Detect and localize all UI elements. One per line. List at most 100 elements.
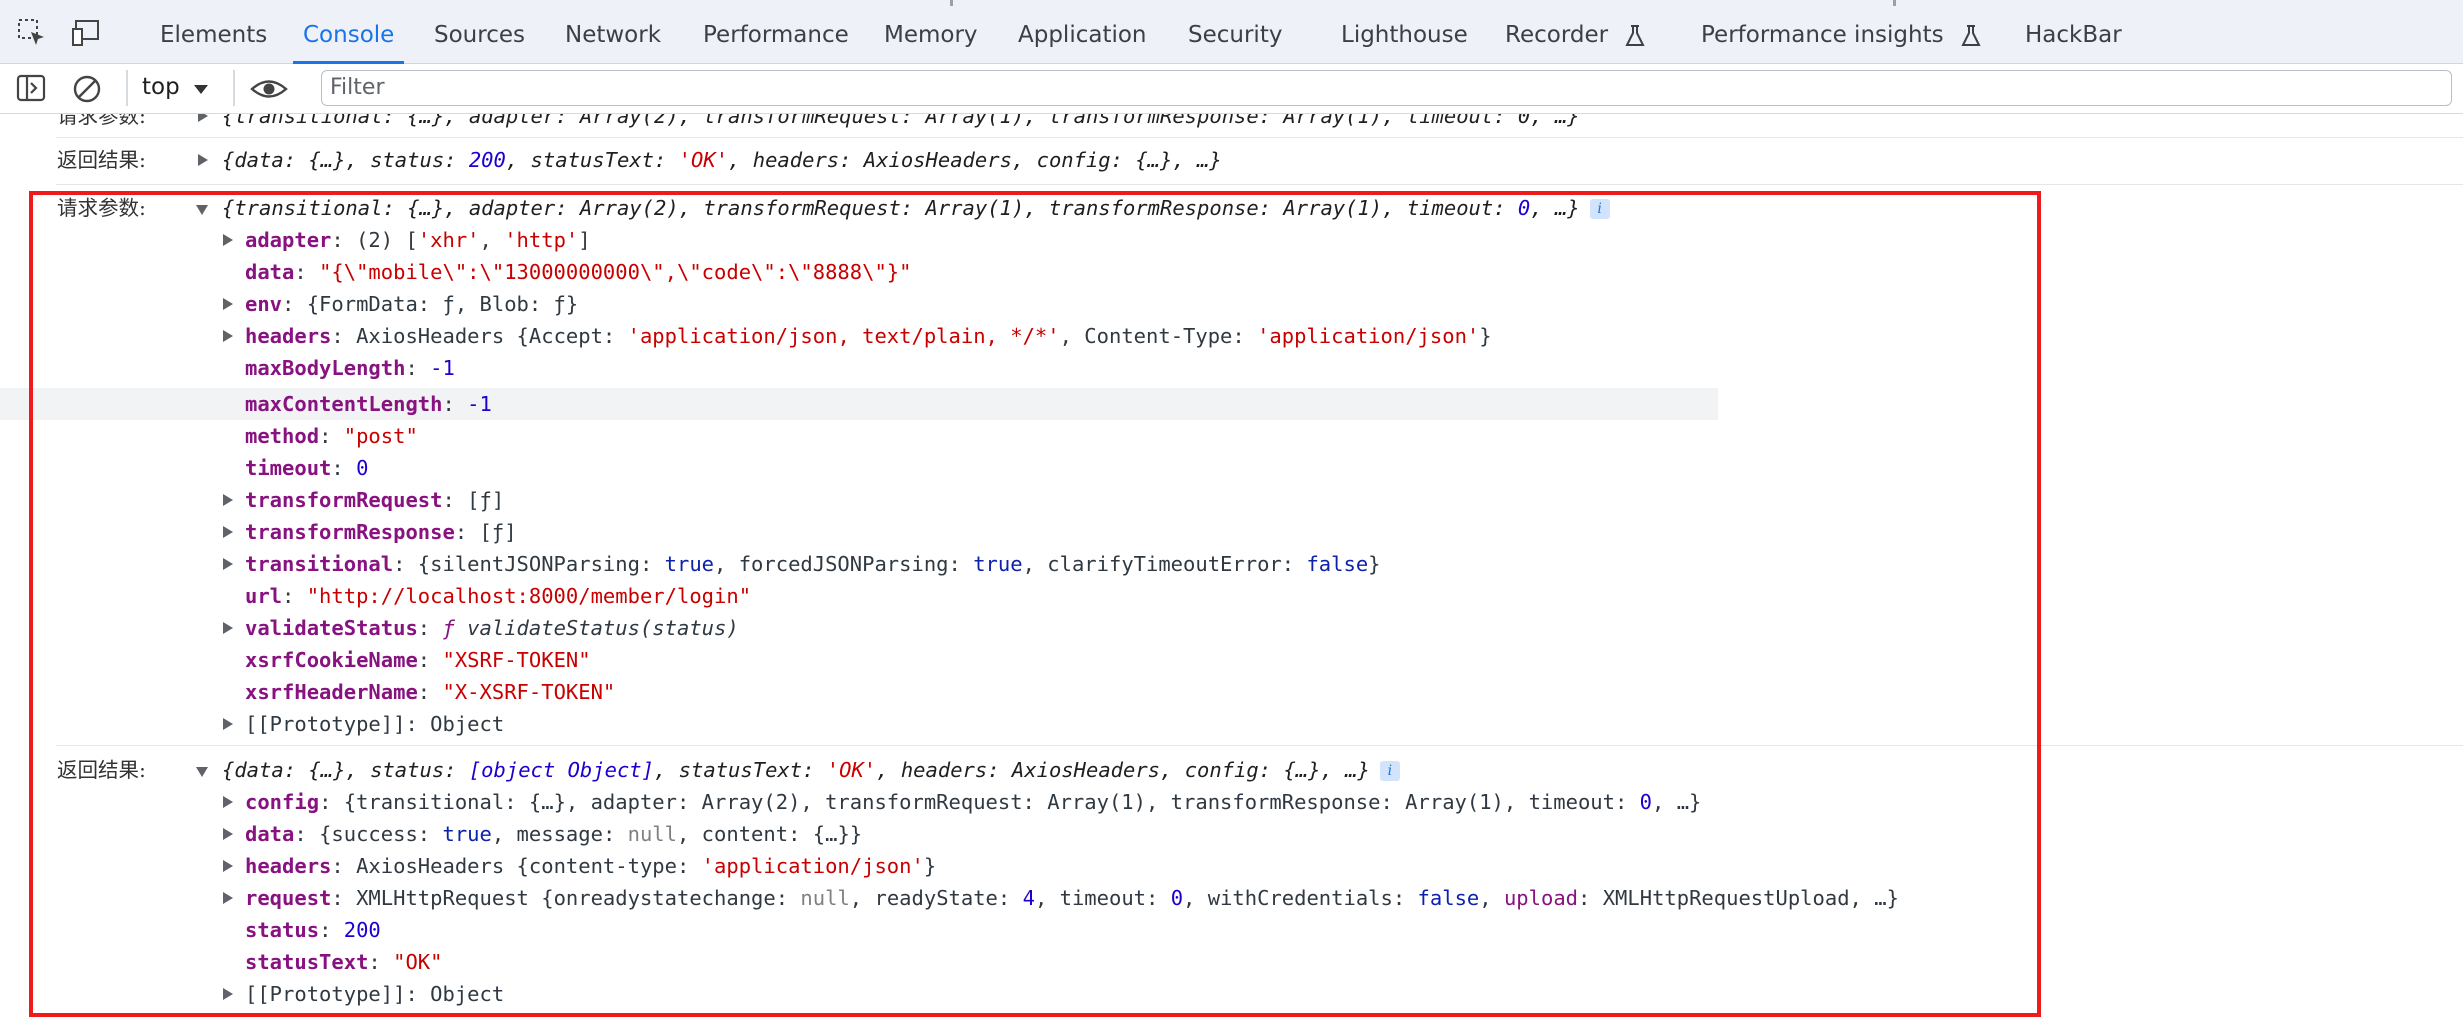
tab-lighthouse[interactable]: Lighthouse [1341, 0, 1468, 64]
prop-value: {FormData: ƒ, Blob: ƒ} [306, 292, 579, 316]
prop-value: "X-XSRF-TOKEN" [442, 680, 616, 704]
tab-elements[interactable]: Elements [160, 0, 267, 64]
tab-performance-insights-label: Performance insights [1701, 22, 1944, 48]
expand-triangle-icon[interactable] [223, 796, 233, 808]
prop-key: adapter [245, 228, 332, 252]
preview-text: {data: {…}, status: [222, 758, 469, 782]
preview-text: , statusText: [505, 148, 679, 172]
console-message-response[interactable]: 返回结果: {data: {…}, status: [object Object… [0, 754, 2463, 786]
expand-triangle-icon[interactable] [223, 988, 233, 1000]
prop-key: transformResponse [245, 520, 455, 544]
prop-value: true [664, 552, 715, 576]
prop-text: {success: [319, 822, 443, 846]
prop-value: true [442, 822, 492, 846]
preview-status-text: 'OK' [826, 758, 877, 782]
prop-value: 'application/json' [1257, 324, 1480, 348]
prop-value: 'application/json, text/plain, */*' [627, 324, 1060, 348]
info-icon[interactable]: i [1589, 199, 1610, 219]
expand-triangle-icon[interactable] [223, 526, 233, 538]
console-message[interactable]: 返回结果: {data: {…}, status: 200, statusTex… [0, 144, 2463, 176]
live-expression-eye-icon[interactable] [250, 74, 288, 108]
expand-triangle-icon[interactable] [198, 154, 208, 166]
prop-value: [ƒ] [467, 488, 505, 512]
prop-key: data [245, 260, 295, 284]
prop-key: maxContentLength [245, 392, 443, 416]
chevron-down-icon[interactable] [194, 80, 208, 99]
tab-application[interactable]: Application [1018, 0, 1147, 64]
experimental-beaker-icon [1625, 24, 1646, 46]
prop-class: AxiosHeaders {Accept: [356, 324, 628, 348]
prop-text: {transitional: {…}, adapter: Array(2), t… [343, 790, 1640, 814]
prop-key: [[Prototype]] [245, 982, 406, 1006]
prop-value: 0 [1170, 886, 1184, 910]
console-message[interactable]: 请求参数: {transitional: {…}, adapter: Array… [0, 114, 2463, 132]
tab-console[interactable]: Console [292, 0, 405, 64]
message-divider [56, 137, 2463, 138]
expand-triangle-icon[interactable] [223, 860, 233, 872]
prop-value: validateStatus(status) [467, 616, 739, 640]
prop-text: , [1479, 886, 1504, 910]
prop-value: null [800, 886, 850, 910]
prop-value: 200 [343, 918, 381, 942]
prop-value: "OK" [393, 950, 443, 974]
tab-performance-insights[interactable]: Performance insights [1701, 0, 1981, 64]
expand-triangle-icon[interactable] [223, 892, 233, 904]
toolbar-divider [233, 70, 235, 106]
prop-key: env [245, 292, 283, 316]
prop-text: XMLHttpRequest {onreadystatechange: [356, 886, 801, 910]
prop-text: {silentJSONParsing: [417, 552, 665, 576]
preview-text: , headers: AxiosHeaders, config: {…}, …} [728, 148, 1222, 172]
prop-value: "http://localhost:8000/member/login" [306, 584, 752, 608]
response-result-label: 返回结果: [57, 758, 146, 782]
expand-triangle-icon[interactable] [223, 718, 233, 730]
expand-triangle-icon[interactable] [198, 114, 208, 122]
preview-status: [object Object] [468, 758, 654, 782]
console-message-request[interactable]: 请求参数: {transitional: {…}, adapter: Array… [0, 192, 2463, 224]
prop-value: 0 [356, 456, 369, 480]
filter-input[interactable]: Filter [321, 70, 2452, 106]
inspect-element-icon[interactable] [16, 17, 48, 49]
collapse-triangle-icon[interactable] [196, 205, 208, 215]
tab-security[interactable]: Security [1188, 0, 1282, 64]
prop-key: status [245, 918, 320, 942]
expand-triangle-icon[interactable] [223, 298, 233, 310]
prop-mid: , Content-Type: [1059, 324, 1258, 348]
prop-text: } [1368, 552, 1381, 576]
prop-text: , withCredentials: [1183, 886, 1418, 910]
tab-memory[interactable]: Memory [884, 0, 978, 64]
response-result-label: 返回结果: [57, 148, 146, 172]
prop-key: statusText [245, 950, 369, 974]
expand-triangle-icon[interactable] [223, 558, 233, 570]
tab-sources[interactable]: Sources [434, 0, 525, 64]
device-toolbar-icon[interactable] [70, 17, 102, 49]
prop-key: headers [245, 324, 332, 348]
experimental-beaker-icon [1961, 24, 1981, 46]
prop-text: , readyState: [849, 886, 1023, 910]
expand-triangle-icon[interactable] [223, 494, 233, 506]
sidebar-toggle-icon[interactable] [16, 73, 46, 107]
tab-network[interactable]: Network [565, 0, 661, 64]
object-preview: {data: {…}, status: [object Object], sta… [222, 754, 1400, 786]
message-divider [56, 184, 2463, 185]
clear-console-icon[interactable] [72, 74, 102, 108]
expand-triangle-icon[interactable] [223, 330, 233, 342]
tab-hackbar[interactable]: HackBar [2025, 0, 2122, 64]
preview-text: , headers: AxiosHeaders, config: {…}, …} [876, 758, 1370, 782]
prop-key: transitional [245, 552, 394, 576]
expand-triangle-icon[interactable] [223, 622, 233, 634]
expand-triangle-icon[interactable] [223, 234, 233, 246]
object-preview: {transitional: {…}, adapter: Array(2), t… [222, 192, 1610, 224]
preview-status-text: 'OK' [678, 148, 729, 172]
info-icon[interactable]: i [1379, 761, 1400, 781]
context-selector[interactable]: top [142, 74, 180, 100]
prop-value: "{\"mobile\":\"13000000000\",\"code\":\"… [319, 260, 912, 284]
prop-close: } [1479, 324, 1492, 348]
prop-value: Object [430, 982, 505, 1006]
prop-value: "post" [343, 424, 418, 448]
collapse-triangle-icon[interactable] [196, 767, 208, 777]
prop-key: data [245, 822, 295, 846]
preview-text: , …} [1530, 196, 1580, 220]
tab-performance[interactable]: Performance [703, 0, 849, 64]
tab-recorder[interactable]: Recorder [1505, 0, 1646, 64]
expand-triangle-icon[interactable] [223, 828, 233, 840]
